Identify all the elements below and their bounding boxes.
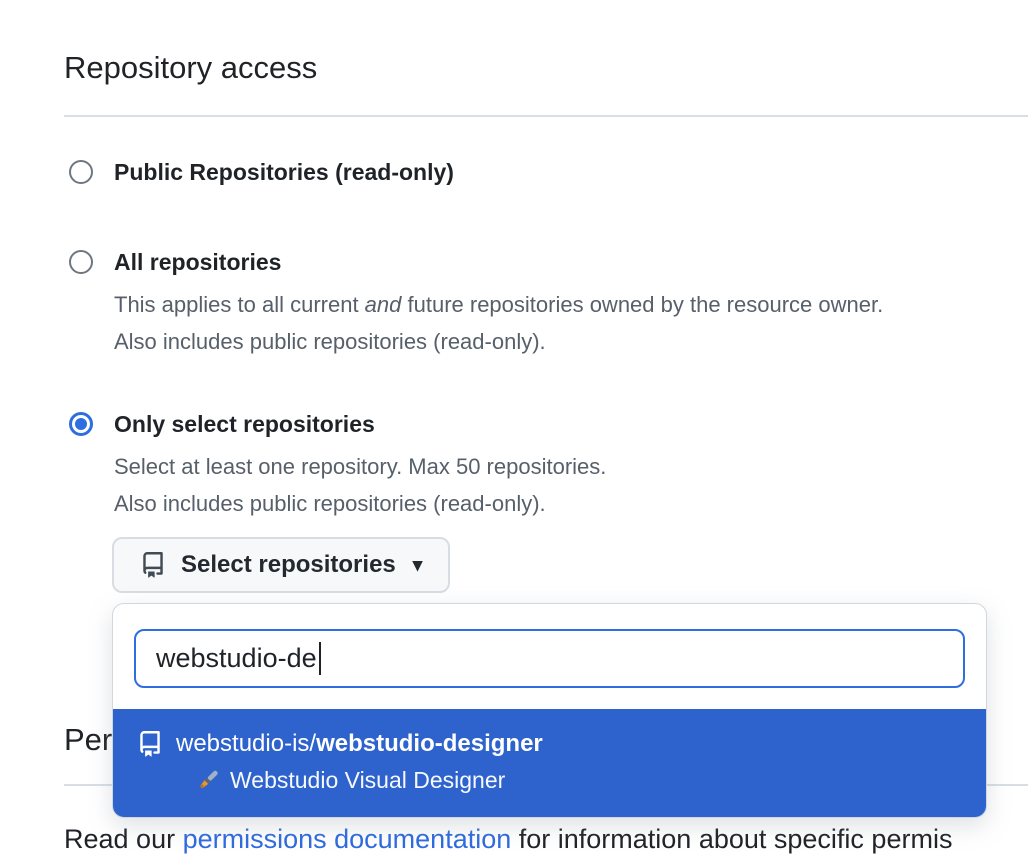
repo-icon bbox=[140, 552, 166, 578]
paintbrush-icon bbox=[194, 767, 221, 794]
only-select-repositories-description: Select at least one repository. Max 50 r… bbox=[114, 448, 606, 522]
all-repositories-description: This applies to all current and future r… bbox=[114, 286, 883, 360]
repository-full-name: webstudio-is/webstudio-designer bbox=[176, 730, 543, 758]
radio-label-all-repositories[interactable]: All repositories bbox=[114, 248, 281, 276]
radio-option-all-repositories: All repositories This applies to all cur… bbox=[69, 248, 883, 360]
radio-button-public-repositories[interactable] bbox=[69, 160, 93, 184]
radio-option-only-select-repositories: Only select repositories Select at least… bbox=[69, 410, 606, 522]
select-repositories-button[interactable]: Select repositories ▾ bbox=[112, 537, 450, 593]
caret-down-icon: ▾ bbox=[413, 554, 423, 577]
repository-description: Webstudio Visual Designer bbox=[230, 766, 505, 794]
page-title: Repository access bbox=[64, 50, 317, 86]
permissions-help-text: Read our permissions documentation for i… bbox=[64, 824, 952, 855]
radio-button-only-select-repositories[interactable] bbox=[69, 412, 93, 436]
repository-result-item[interactable]: webstudio-is/webstudio-designer Webstudi… bbox=[113, 709, 986, 817]
radio-button-all-repositories[interactable] bbox=[69, 250, 93, 274]
radio-label-only-select-repositories[interactable]: Only select repositories bbox=[114, 410, 375, 438]
repository-select-dropdown: webstudio-de webstudio-is/webstudio-desi… bbox=[112, 603, 987, 818]
text-cursor bbox=[319, 642, 321, 675]
repo-icon bbox=[137, 731, 163, 757]
section-divider bbox=[64, 115, 1028, 117]
description-line-2: Also includes public repositories (read-… bbox=[114, 485, 606, 522]
description-line-2: Also includes public repositories (read-… bbox=[114, 323, 883, 360]
repository-search-input[interactable]: webstudio-de bbox=[134, 629, 965, 688]
description-line-1: Select at least one repository. Max 50 r… bbox=[114, 448, 606, 485]
radio-option-public-repositories: Public Repositories (read-only) bbox=[69, 158, 454, 186]
select-repositories-button-label: Select repositories bbox=[181, 551, 396, 579]
permissions-documentation-link[interactable]: permissions documentation bbox=[183, 824, 512, 854]
radio-label-public-repositories[interactable]: Public Repositories (read-only) bbox=[114, 158, 454, 186]
description-line-1: This applies to all current and future r… bbox=[114, 286, 883, 323]
search-input-value: webstudio-de bbox=[156, 643, 317, 674]
